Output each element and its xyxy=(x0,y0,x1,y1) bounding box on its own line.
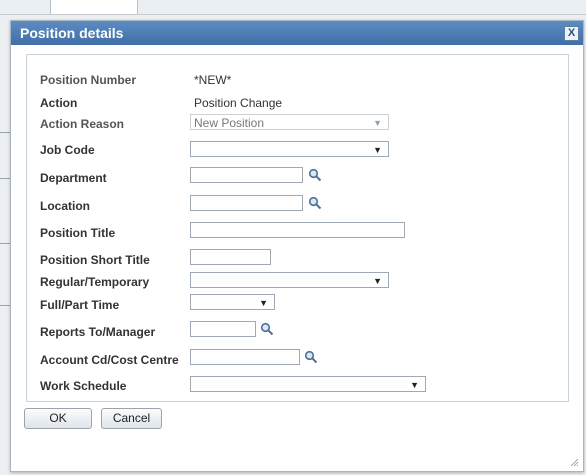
chevron-down-icon: ▼ xyxy=(373,276,382,286)
action-reason-value: New Position xyxy=(194,116,265,130)
chevron-down-icon: ▼ xyxy=(373,145,382,155)
account-cost-centre-label: Account Cd/Cost Centre xyxy=(40,353,179,367)
location-input[interactable] xyxy=(190,195,303,211)
resize-grip-icon[interactable] xyxy=(569,457,579,467)
location-label: Location xyxy=(40,199,90,213)
position-short-title-input[interactable] xyxy=(190,249,271,265)
position-short-title-row: Position Short Title xyxy=(40,249,560,271)
position-number-label: Position Number xyxy=(40,73,137,87)
position-title-label: Position Title xyxy=(40,226,116,240)
job-code-select[interactable]: ▼ xyxy=(190,141,389,157)
position-title-input[interactable] xyxy=(190,222,405,238)
search-icon[interactable] xyxy=(304,350,318,364)
account-cost-centre-input[interactable] xyxy=(190,349,300,365)
background-divider xyxy=(0,243,10,244)
full-part-time-row: Full/Part Time ▼ xyxy=(40,294,560,316)
ok-button[interactable]: OK xyxy=(24,408,92,429)
reports-to-manager-row: Reports To/Manager xyxy=(40,321,560,343)
action-reason-select: New Position ▼ xyxy=(190,114,389,130)
chevron-down-icon: ▼ xyxy=(259,298,268,308)
action-label: Action xyxy=(40,96,78,110)
background-tab xyxy=(50,0,138,15)
background-divider xyxy=(0,14,586,15)
action-value: Position Change xyxy=(194,96,283,110)
dialog-titlebar[interactable]: Position details X xyxy=(11,21,583,45)
location-row: Location xyxy=(40,195,560,217)
cancel-button[interactable]: Cancel xyxy=(101,408,162,429)
reports-to-manager-input[interactable] xyxy=(190,321,256,337)
job-code-row: Job Code ▼ xyxy=(40,139,560,161)
full-part-time-label: Full/Part Time xyxy=(40,298,120,312)
work-schedule-select[interactable]: ▼ xyxy=(190,376,426,392)
background-divider xyxy=(0,132,10,133)
position-title-row: Position Title xyxy=(40,222,560,244)
regular-temporary-row: Regular/Temporary ▼ xyxy=(40,271,560,293)
chevron-down-icon: ▼ xyxy=(373,118,382,128)
department-row: Department xyxy=(40,167,560,189)
action-reason-row: Action Reason New Position ▼ xyxy=(40,113,560,135)
search-icon[interactable] xyxy=(308,168,322,182)
background-divider xyxy=(0,178,10,179)
form-panel: Position Number *NEW* Action Position Ch… xyxy=(26,54,569,402)
position-details-dialog: Position details X Position Number *NEW*… xyxy=(10,20,584,472)
search-icon[interactable] xyxy=(308,196,322,210)
chevron-down-icon: ▼ xyxy=(410,380,419,390)
position-short-title-label: Position Short Title xyxy=(40,253,150,267)
account-cost-centre-row: Account Cd/Cost Centre xyxy=(40,349,560,371)
close-icon[interactable]: X xyxy=(564,26,579,41)
background-divider xyxy=(0,305,10,306)
reports-to-manager-label: Reports To/Manager xyxy=(40,325,156,339)
action-reason-label: Action Reason xyxy=(40,117,125,131)
dialog-title: Position details xyxy=(20,25,124,41)
job-code-label: Job Code xyxy=(40,143,95,157)
department-label: Department xyxy=(40,171,107,185)
full-part-time-select[interactable]: ▼ xyxy=(190,294,275,310)
regular-temporary-label: Regular/Temporary xyxy=(40,275,150,289)
work-schedule-row: Work Schedule ▼ xyxy=(40,375,560,397)
search-icon[interactable] xyxy=(260,322,274,336)
regular-temporary-select[interactable]: ▼ xyxy=(190,272,389,288)
department-input[interactable] xyxy=(190,167,303,183)
work-schedule-label: Work Schedule xyxy=(40,379,127,393)
position-number-value: *NEW* xyxy=(194,73,232,87)
